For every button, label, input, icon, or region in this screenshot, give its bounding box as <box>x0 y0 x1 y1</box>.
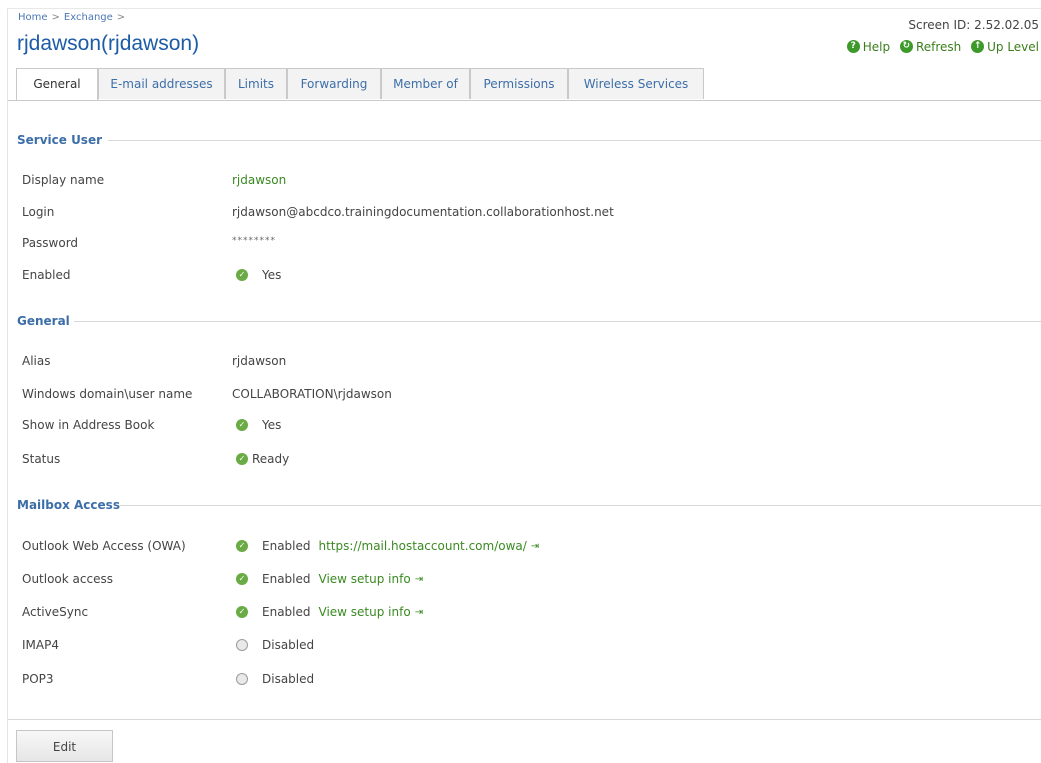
breadcrumb-home[interactable]: Home <box>18 12 48 23</box>
imap4-status-value: Disabled <box>262 638 315 652</box>
outlook-access-status: ✓ Enabled View setup info ⇥ <box>236 572 423 586</box>
owa-status: ✓ Enabled https://mail.hostaccount.com/o… <box>236 539 539 553</box>
pop3-label: POP3 <box>22 672 54 686</box>
tab-member-of[interactable]: Member of <box>381 68 470 99</box>
alias-label: Alias <box>22 354 51 368</box>
frame-left-border <box>7 8 8 763</box>
login-label: Login <box>22 205 55 219</box>
breadcrumb-separator: > <box>51 12 60 23</box>
outlook-status-value: Enabled <box>262 572 311 586</box>
enabled-value: Yes <box>262 268 282 282</box>
enabled-label: Enabled <box>22 268 71 282</box>
tab-email-addresses[interactable]: E-mail addresses <box>98 68 225 99</box>
tab-limits[interactable]: Limits <box>225 68 287 99</box>
activesync-label: ActiveSync <box>22 605 89 619</box>
owa-label: Outlook Web Access (OWA) <box>22 539 186 553</box>
section-divider <box>120 505 1041 506</box>
breadcrumb: Home > Exchange > <box>18 12 129 23</box>
up-level-label: Up Level <box>987 39 1039 54</box>
password-value: ******** <box>232 236 276 246</box>
help-icon: ? <box>846 40 860 53</box>
section-divider <box>108 140 1041 141</box>
address-book-status: ✓ Yes <box>236 418 281 432</box>
toplinks: ? Help ↻ Refresh ↑ Up Level <box>841 37 1039 54</box>
imap4-status: Disabled <box>236 638 314 652</box>
refresh-icon: ↻ <box>899 40 913 53</box>
screen-id: Screen ID: 2.52.02.05 <box>908 18 1039 32</box>
external-link-icon[interactable]: ⇥ <box>531 541 539 552</box>
windows-domain-label: Windows domain\user name <box>22 387 193 401</box>
section-general-title: General <box>17 314 70 328</box>
check-circle-icon: ✓ <box>236 269 248 281</box>
windows-domain-value: COLLABORATION\rjdawson <box>232 387 392 401</box>
section-service-user-title: Service User <box>17 133 103 147</box>
refresh-link[interactable]: ↻ Refresh <box>899 39 962 54</box>
address-book-value: Yes <box>262 418 282 432</box>
imap4-label: IMAP4 <box>22 638 59 652</box>
tab-bar: General E-mail addresses Limits Forwardi… <box>8 68 1041 101</box>
breadcrumb-exchange[interactable]: Exchange <box>64 12 113 23</box>
display-name-value: rjdawson <box>232 173 287 187</box>
alias-value: rjdawson <box>232 354 287 368</box>
refresh-label: Refresh <box>915 39 962 54</box>
footer-divider <box>8 719 1041 720</box>
breadcrumb-separator: > <box>116 12 126 23</box>
section-divider <box>74 321 1041 322</box>
tab-permissions[interactable]: Permissions <box>470 68 568 99</box>
pop3-status-value: Disabled <box>262 672 315 686</box>
activesync-setup-link[interactable]: View setup info <box>319 605 411 619</box>
edit-button[interactable]: Edit <box>16 730 113 762</box>
activesync-status-value: Enabled <box>262 605 311 619</box>
page-title: rjdawson(rjdawson) <box>17 32 200 55</box>
help-link[interactable]: ? Help <box>846 39 891 54</box>
check-circle-icon: ✓ <box>236 419 248 431</box>
check-circle-icon: ✓ <box>236 606 248 618</box>
enabled-status: ✓ Yes <box>236 268 281 282</box>
up-level-icon: ↑ <box>971 40 985 53</box>
tab-forwarding[interactable]: Forwarding <box>287 68 381 99</box>
address-book-label: Show in Address Book <box>22 418 155 432</box>
activesync-status: ✓ Enabled View setup info ⇥ <box>236 605 423 619</box>
owa-link[interactable]: https://mail.hostaccount.com/owa/ <box>319 539 527 553</box>
owa-status-value: Enabled <box>262 539 311 553</box>
frame-top-border <box>7 8 1041 9</box>
radio-off-icon <box>236 673 248 685</box>
outlook-access-label: Outlook access <box>22 572 113 586</box>
display-name-label: Display name <box>22 173 105 187</box>
outlook-setup-link[interactable]: View setup info <box>319 572 411 586</box>
check-circle-icon: ✓ <box>236 453 248 465</box>
status-value: Ready <box>252 452 290 466</box>
status-badge: ✓ Ready <box>236 452 289 466</box>
check-circle-icon: ✓ <box>236 540 248 552</box>
tab-wireless-services[interactable]: Wireless Services <box>568 68 704 99</box>
check-circle-icon: ✓ <box>236 573 248 585</box>
external-link-icon[interactable]: ⇥ <box>415 574 423 585</box>
help-label: Help <box>862 39 891 54</box>
radio-off-icon <box>236 639 248 651</box>
password-label: Password <box>22 236 79 250</box>
up-level-link[interactable]: ↑ Up Level <box>971 40 1039 54</box>
status-label: Status <box>22 452 61 466</box>
section-mailbox-access-title: Mailbox Access <box>17 498 120 512</box>
external-link-icon[interactable]: ⇥ <box>415 607 423 618</box>
pop3-status: Disabled <box>236 672 314 686</box>
tab-general[interactable]: General <box>16 68 98 100</box>
login-value: rjdawson@abcdco.trainingdocumentation.co… <box>232 205 614 219</box>
